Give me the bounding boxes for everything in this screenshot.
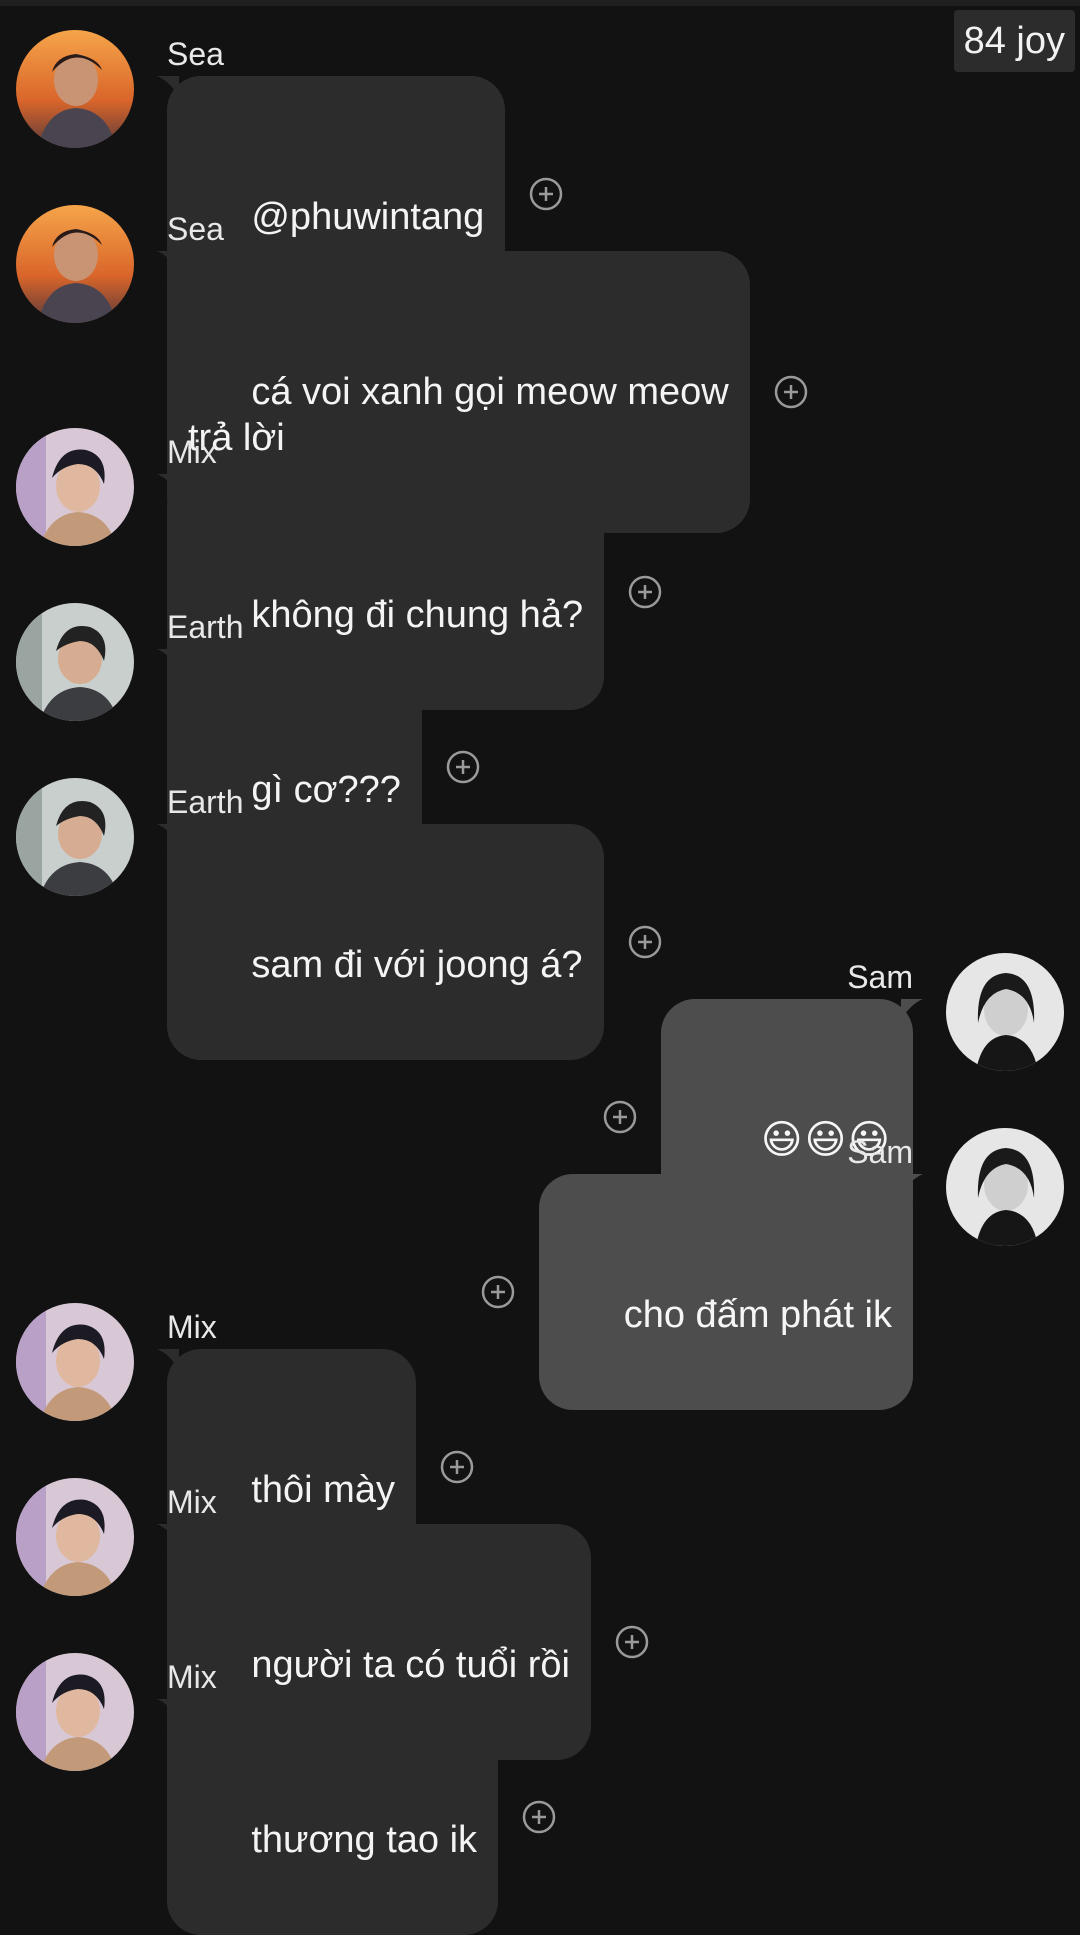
sender-name: Sea xyxy=(167,211,224,247)
bubble-tail xyxy=(901,1174,923,1196)
avatar-mix[interactable] xyxy=(16,428,134,546)
message-text: thôi mày xyxy=(251,1469,395,1511)
add-reaction-icon[interactable] xyxy=(774,375,808,409)
bubble-tail xyxy=(157,251,179,273)
sender-name: Mix xyxy=(167,1309,217,1345)
bubble-tail xyxy=(157,474,179,496)
avatar-earth[interactable] xyxy=(16,603,134,721)
message-text: không đi chung hả? xyxy=(251,594,584,636)
add-reaction-icon[interactable] xyxy=(529,177,563,211)
avatar-sam[interactable] xyxy=(946,953,1064,1071)
message-text: thương tao ik xyxy=(251,1819,478,1861)
bubble-tail xyxy=(157,1349,179,1371)
message-text: người ta có tuổi rồi xyxy=(251,1644,570,1686)
reaction-counter-badge: 84 joy xyxy=(953,10,1075,72)
add-reaction-icon[interactable] xyxy=(628,575,662,609)
add-reaction-icon[interactable] xyxy=(440,1450,474,1484)
add-reaction-icon[interactable] xyxy=(603,1100,637,1134)
bubble-tail xyxy=(157,1699,179,1721)
bubble-tail xyxy=(157,649,179,671)
avatar-earth[interactable] xyxy=(16,778,134,896)
avatar-mix[interactable] xyxy=(16,1653,134,1771)
bubble-tail xyxy=(157,76,179,98)
avatar-sam[interactable] xyxy=(946,1128,1064,1246)
sender-name: Earth xyxy=(167,609,244,645)
bubble-tail xyxy=(157,824,179,846)
avatar-sea[interactable] xyxy=(16,205,134,323)
message-bubble[interactable]: thương tao ik xyxy=(157,1699,499,1935)
add-reaction-icon[interactable] xyxy=(446,750,480,784)
avatar-mix[interactable] xyxy=(16,1478,134,1596)
sender-name: Mix xyxy=(167,434,217,470)
message-bubble[interactable]: sam đi với joong á? xyxy=(157,824,604,1060)
add-reaction-icon[interactable] xyxy=(628,925,662,959)
sender-name: Sam xyxy=(847,959,913,995)
add-reaction-icon[interactable] xyxy=(481,1275,515,1309)
message-text: cho đấm phát ik xyxy=(623,1294,892,1336)
message-bubble[interactable]: cho đấm phát ik xyxy=(539,1174,923,1410)
message-text: @phuwintang xyxy=(251,196,485,238)
message-text: cá voi xanh gọi meow meow trả lời xyxy=(188,371,729,459)
message-text: sam đi với joong á? xyxy=(251,944,583,986)
bubble-tail xyxy=(901,999,923,1021)
top-edge xyxy=(0,0,1080,6)
add-reaction-icon[interactable] xyxy=(522,1800,556,1834)
sender-name: Earth xyxy=(167,784,244,820)
avatar-mix[interactable] xyxy=(16,1303,134,1421)
sender-name: Mix xyxy=(167,1659,217,1695)
avatar-sea[interactable] xyxy=(16,30,134,148)
add-reaction-icon[interactable] xyxy=(615,1625,649,1659)
sender-name: Sea xyxy=(167,36,224,72)
sender-name: Mix xyxy=(167,1484,217,1520)
bubble-tail xyxy=(157,1524,179,1546)
message-text: gì cơ??? xyxy=(251,769,401,811)
sender-name: Sam xyxy=(847,1134,913,1170)
